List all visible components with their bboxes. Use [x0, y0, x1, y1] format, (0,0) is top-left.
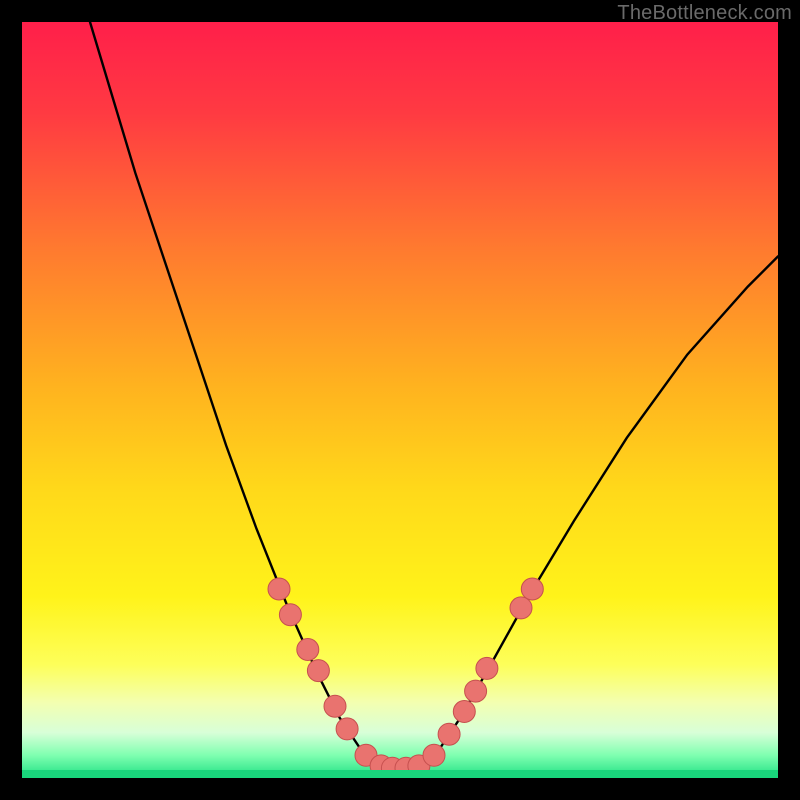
marker-dot [476, 657, 498, 679]
marker-dot [465, 680, 487, 702]
marker-dot [268, 578, 290, 600]
marker-dot [438, 723, 460, 745]
marker-dot [336, 718, 358, 740]
marker-dot [297, 639, 319, 661]
chart-plot [22, 22, 778, 778]
marker-dot [510, 597, 532, 619]
chart-svg [22, 22, 778, 778]
marker-dot [324, 695, 346, 717]
chart-frame: TheBottleneck.com [0, 0, 800, 800]
green-strip [22, 770, 778, 778]
marker-dot [521, 578, 543, 600]
marker-dot [423, 744, 445, 766]
marker-dot [279, 604, 301, 626]
gradient-bg [22, 22, 778, 778]
marker-dot [307, 660, 329, 682]
marker-dot [453, 701, 475, 723]
